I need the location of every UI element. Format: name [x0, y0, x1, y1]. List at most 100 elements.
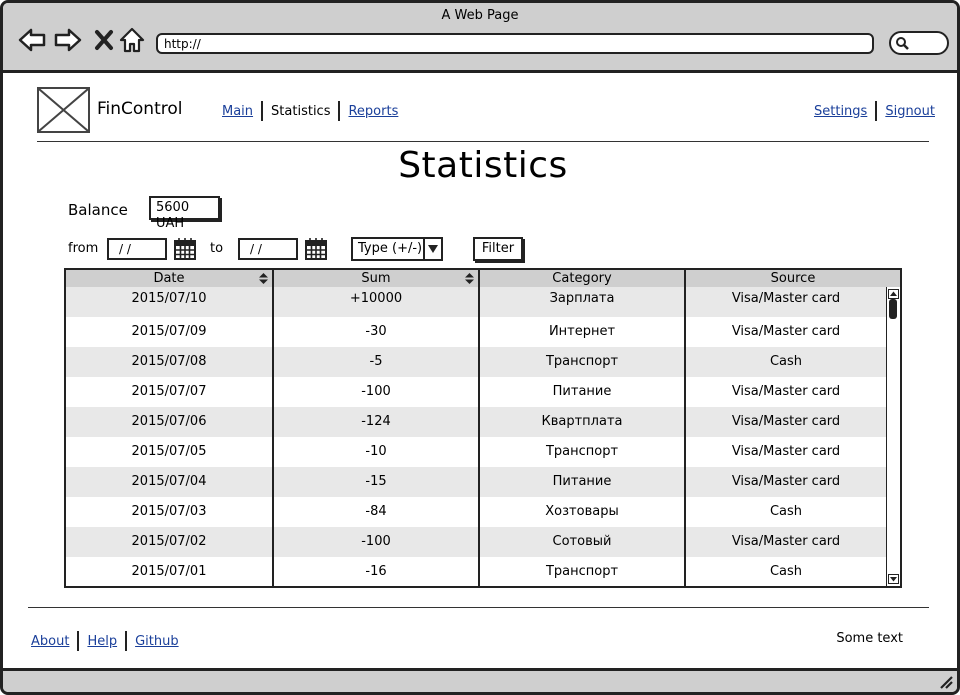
cell-sum: -84 — [274, 497, 480, 527]
type-select-value: Type (+/-) — [358, 241, 423, 256]
type-select[interactable]: Type (+/-) — [351, 237, 443, 261]
cell-source: Cash — [769, 504, 803, 519]
from-date-input[interactable]: / / — [107, 238, 167, 260]
cell-category: Зарплата — [480, 287, 686, 317]
cell-sum: -10 — [274, 437, 480, 467]
settings-link[interactable]: Settings — [814, 104, 867, 119]
cell-date: 2015/07/08 — [66, 347, 274, 377]
logo — [37, 87, 90, 133]
cell-date: 2015/07/03 — [66, 497, 274, 527]
nav-divider — [261, 101, 264, 121]
table-row[interactable]: 2015/07/01 -16 Транспорт Cash — [66, 557, 886, 586]
cell-category: Квартплата — [480, 407, 686, 437]
balance-value: 5600 UAH — [149, 196, 220, 231]
from-label: from — [68, 241, 99, 256]
table-row[interactable]: 2015/07/06 -124 Квартплата Visa/Master card — [66, 407, 886, 437]
cell-source: Visa/Master card — [731, 414, 841, 429]
calendar-icon[interactable] — [304, 237, 328, 261]
cell-source: Visa/Master card — [731, 324, 841, 339]
scroll-up-icon[interactable] — [888, 289, 899, 299]
table-row[interactable]: 2015/07/02 -100 Сотовый Visa/Master card — [66, 527, 886, 557]
nav-link-main[interactable]: Main — [222, 104, 253, 119]
filter-button[interactable]: Filter — [473, 237, 523, 261]
nav-divider — [875, 101, 878, 121]
cell-category: Питание — [480, 377, 686, 407]
cell-category: Сотовый — [480, 527, 686, 557]
back-button[interactable] — [17, 25, 47, 55]
search-icon — [896, 37, 909, 50]
table-row[interactable]: 2015/07/09 -30 Интернет Visa/Master card — [66, 317, 886, 347]
cell-sum: -15 — [274, 467, 480, 497]
sort-icon[interactable] — [259, 273, 268, 284]
image-placeholder-icon — [38, 88, 89, 132]
home-button[interactable] — [117, 25, 147, 55]
browser-window: A Web Page http:// FinControl Main Stati… — [0, 0, 960, 695]
forward-button[interactable] — [53, 25, 83, 55]
cell-source: Visa/Master card — [731, 444, 841, 459]
cell-date: 2015/07/05 — [66, 437, 274, 467]
table-row[interactable]: 2015/07/08 -5 Транспорт Cash — [66, 347, 886, 377]
column-header-source[interactable]: Source — [686, 270, 900, 287]
cell-date: 2015/07/10 — [66, 287, 274, 317]
signout-link[interactable]: Signout — [885, 104, 935, 119]
column-label: Date — [153, 271, 185, 286]
url-input[interactable]: http:// — [156, 33, 874, 54]
cell-sum: -16 — [274, 557, 480, 586]
to-label: to — [210, 241, 224, 256]
home-icon — [119, 27, 145, 53]
footer-divider — [28, 607, 929, 608]
table-body: 2015/07/10 +10000 Зарплата Visa/Master card… — [66, 287, 886, 586]
cell-date: 2015/07/02 — [66, 527, 274, 557]
cell-category: Транспорт — [480, 437, 686, 467]
sort-icon[interactable] — [465, 273, 474, 284]
header-divider — [37, 141, 929, 142]
footer-link-help[interactable]: Help — [87, 634, 117, 649]
table-row[interactable]: 2015/07/10 +10000 Зарплата Visa/Master card — [66, 287, 886, 317]
table-row[interactable]: 2015/07/04 -15 Питание Visa/Master card — [66, 467, 886, 497]
table-row[interactable]: 2015/07/05 -10 Транспорт Visa/Master card — [66, 437, 886, 467]
balance-label: Balance — [68, 201, 128, 219]
browser-status-bar — [3, 668, 957, 692]
resize-grip-icon[interactable] — [937, 673, 953, 689]
column-label: Category — [552, 271, 612, 286]
cell-source: Visa/Master card — [731, 384, 841, 399]
cell-source: Cash — [769, 564, 803, 579]
cell-source: Visa/Master card — [731, 474, 841, 489]
close-icon — [95, 30, 113, 50]
calendar-icon[interactable] — [173, 237, 197, 261]
browser-search-input[interactable] — [889, 31, 949, 55]
cell-sum: -5 — [274, 347, 480, 377]
column-header-sum[interactable]: Sum — [274, 270, 480, 287]
chevron-down-icon — [428, 245, 438, 253]
footer-link-github[interactable]: Github — [135, 634, 179, 649]
cell-date: 2015/07/04 — [66, 467, 274, 497]
page-title: Statistics — [398, 145, 568, 186]
table-row[interactable]: 2015/07/07 -100 Питание Visa/Master card — [66, 377, 886, 407]
nav-link-reports[interactable]: Reports — [348, 104, 398, 119]
column-header-date[interactable]: Date — [66, 270, 274, 287]
scroll-down-icon[interactable] — [888, 574, 899, 584]
footer-divider-bar — [77, 631, 80, 651]
brand-name: FinControl — [97, 99, 183, 119]
to-date-input[interactable]: / / — [238, 238, 298, 260]
column-label: Source — [770, 271, 816, 286]
cell-sum: -100 — [274, 377, 480, 407]
footer-text: Some text — [836, 631, 903, 646]
cell-sum: -30 — [274, 317, 480, 347]
scrollbar-thumb[interactable] — [889, 299, 897, 319]
arrow-left-icon — [18, 28, 46, 52]
cell-date: 2015/07/07 — [66, 377, 274, 407]
cell-date: 2015/07/09 — [66, 317, 274, 347]
cell-date: 2015/07/06 — [66, 407, 274, 437]
cell-category: Питание — [480, 467, 686, 497]
nav-divider — [338, 101, 341, 121]
table-scrollbar[interactable] — [886, 287, 900, 586]
stop-button[interactable] — [89, 25, 119, 55]
column-header-category[interactable]: Category — [480, 270, 686, 287]
table-row[interactable]: 2015/07/03 -84 Хозтовары Cash — [66, 497, 886, 527]
cell-source: Visa/Master card — [731, 534, 841, 549]
dropdown-arrow — [423, 239, 441, 259]
footer-link-about[interactable]: About — [31, 634, 69, 649]
transactions-table: Date Sum Category Source 2015/07/10 +1000… — [64, 268, 902, 588]
footer-divider-bar — [125, 631, 128, 651]
